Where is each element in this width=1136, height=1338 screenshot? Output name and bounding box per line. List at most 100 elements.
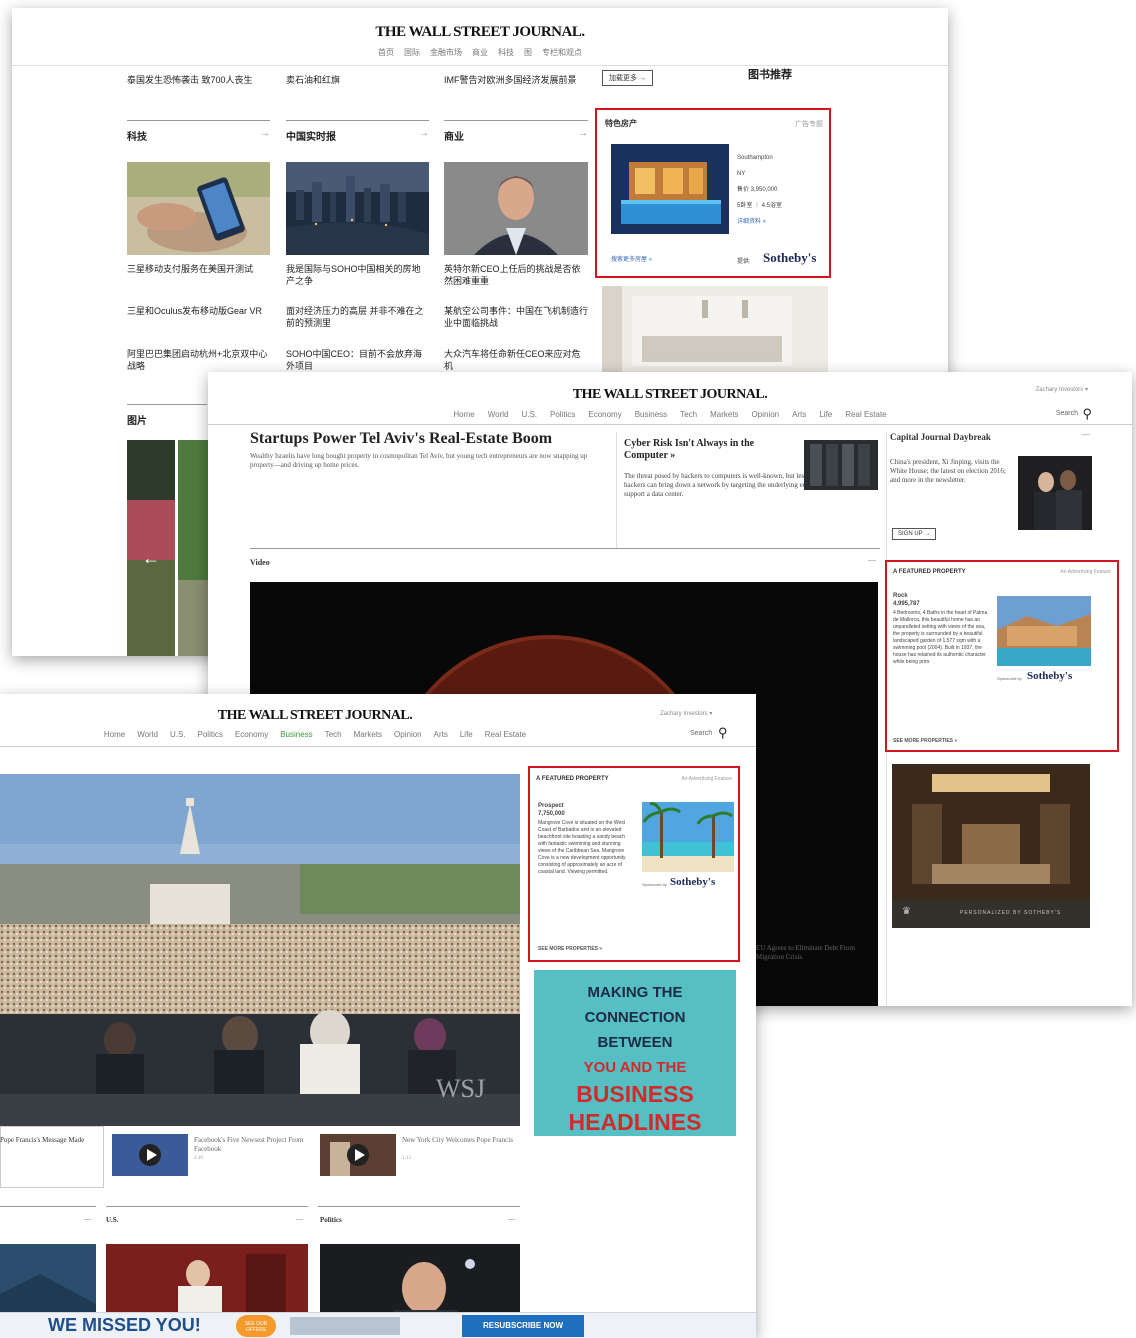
nav-item[interactable]: Real Estate [485,730,526,739]
nav-item[interactable]: Home [104,730,125,739]
article-link[interactable]: 阿里巴巴集团启动杭州+北京双中心战略 [127,348,270,372]
nav-item[interactable]: Home [453,410,474,419]
luxury-interior-ad[interactable] [892,764,1090,928]
nav-item-active[interactable]: Business [280,730,312,739]
section-head-politics[interactable]: Politics [320,1216,342,1224]
server-rack-photo[interactable] [804,440,878,490]
headline-snippet[interactable]: 泰国发生恐怖袭击 致700人丧生 [127,74,267,86]
nav-item[interactable]: World [137,730,158,739]
nav-item[interactable]: Tech [325,730,342,739]
article-link[interactable]: SOHO中国CEO：目前不会放弃海外项目 [286,348,429,372]
arrow-right-icon[interactable]: → [419,128,429,139]
nav-item[interactable]: Markets [710,410,738,419]
article-link[interactable]: 某航空公司事件：中国在飞机制造行业中面临挑战 [444,305,588,329]
article-link[interactable]: 大众汽车将任命新任CEO来应对危机 [444,348,588,372]
minus-icon[interactable]: — [508,1216,515,1223]
nav-item[interactable]: Arts [792,410,806,419]
arrow-right-icon[interactable]: → [578,128,588,139]
sothebys-logo[interactable]: Sotheby's [1027,670,1072,682]
resubscribe-button[interactable]: RESUBSCRIBE NOW [462,1315,584,1337]
nav-item[interactable]: 金融市场 [430,47,462,58]
video-section-label[interactable]: Video [250,558,270,567]
arrow-left-icon[interactable]: ← [142,548,160,569]
wsj-logo[interactable]: THE WALL STREET JOURNAL. [0,708,630,724]
nav-item[interactable]: Life [819,410,832,419]
search-icon[interactable]: ⚲ [718,725,728,741]
nav-item[interactable]: Politics [550,410,575,419]
section-head-tech[interactable]: 科技 [127,128,147,143]
headline-snippet[interactable]: 卖石油和红旗 [286,74,426,86]
city-skyline-photo[interactable] [286,162,429,255]
details-link[interactable]: 详细资料 » [737,218,766,226]
facebook-video-thumb[interactable] [112,1134,188,1176]
nav-item[interactable]: Arts [434,730,448,739]
arrow-right-icon[interactable]: → [260,128,270,139]
resort-pool-photo[interactable] [997,596,1091,666]
search-icon[interactable]: ⚲ [1082,406,1092,422]
side-headline[interactable]: Cyber Risk Isn't Always in the Computer … [624,438,794,462]
more-properties-link[interactable]: 搜索更多房屋 » [611,256,652,264]
nav-item[interactable]: Economy [235,730,268,739]
minus-icon[interactable]: — [296,1216,303,1223]
nav-item[interactable]: 科技 [498,47,514,58]
newsletter-head[interactable]: Capital Journal Daybreak [890,432,991,442]
nav-item[interactable]: 首页 [378,47,394,58]
lead-headline[interactable]: Startups Power Tel Aviv's Real-Estate Bo… [250,430,610,448]
search-label[interactable]: Search [1056,410,1078,417]
nav-item[interactable]: Opinion [752,410,780,419]
section-head-photos[interactable]: 图片 [127,412,147,427]
nav-item[interactable]: Opinion [394,730,422,739]
offers-badge[interactable]: SEE OUR OFFERS [236,1315,276,1337]
pope-video-thumb[interactable] [320,1134,396,1176]
nav-item[interactable]: 商业 [472,47,488,58]
sothebys-logo[interactable]: Sotheby's [763,250,816,266]
search-label[interactable]: Search [690,730,712,737]
white-house-photo[interactable] [1018,456,1092,530]
account-menu[interactable]: Zachary Investors ▾ [1036,386,1088,393]
nav-item[interactable]: 国际 [404,47,420,58]
nav-item[interactable]: 专栏和观点 [542,47,582,58]
account-menu[interactable]: Zachary Investors ▾ [660,710,712,717]
smartphone-photo[interactable] [127,162,270,255]
kitchen-ad-photo[interactable] [602,286,828,376]
minus-icon[interactable]: — [1082,430,1090,439]
article-link[interactable]: 面对经济压力的高层 并非不难在之前的预测里 [286,305,429,329]
headline-snippet[interactable]: IMF警告对欧洲多国经济发展前景 [444,74,592,86]
see-more-link[interactable]: SEE MORE PROPERTIES » [893,738,957,744]
section-head-us[interactable]: U.S. [106,1216,118,1224]
executive-portrait-photo[interactable] [444,162,588,255]
wsj-logo[interactable]: THE WALL STREET JOURNAL. [12,24,948,41]
nav-item[interactable]: U.S. [170,730,186,739]
nav-item[interactable]: Life [460,730,473,739]
nav-item[interactable]: Business [635,410,667,419]
nav-item[interactable]: World [488,410,509,419]
villa-pool-photo[interactable] [611,144,729,234]
nav-item[interactable]: Economy [588,410,621,419]
section-head-china-realtime[interactable]: 中国实时报 [286,128,336,143]
nav-item[interactable]: Politics [198,730,223,739]
see-more-link[interactable]: SEE MORE PROPERTIES » [538,946,602,952]
article-link[interactable]: 三星和Oculus发布移动版Gear VR [127,305,270,317]
wsj-logo[interactable]: THE WALL STREET JOURNAL. [208,387,1132,403]
business-headlines-ad[interactable]: MAKING THE CONNECTION BETWEEN YOU AND TH… [534,970,736,1136]
nav-item[interactable]: Real Estate [845,410,886,419]
load-more-button[interactable]: 加载更多 → [602,70,653,86]
article-link[interactable]: 我是国际与SOHO中国相关的房地产之争 [286,263,429,287]
newsletter-signup-button[interactable]: SIGN UP → [892,528,937,540]
minus-icon[interactable]: — [868,556,876,565]
thumb-title[interactable]: Facebook's Five Newsest Project From Fac… [194,1136,304,1154]
thumb-title[interactable]: New York City Welcomes Pope Francis [402,1136,518,1145]
nav-item[interactable]: Tech [680,410,697,419]
article-link[interactable]: 三星移动支付服务在美国开测试 [127,263,270,275]
thumb-title[interactable]: Pope Francis's Message Made [0,1136,96,1145]
section-head-business[interactable]: 商业 [444,128,464,143]
gallery-photo[interactable] [178,440,210,656]
article-link[interactable]: 英特尔新CEO上任后的挑战是否依然困难重重 [444,263,588,287]
nav-item[interactable]: 图 [524,47,532,58]
video-caption[interactable]: EU Agrees to Eliminate Debt From Migrati… [756,944,876,962]
nav-item[interactable]: Markets [354,730,382,739]
sothebys-logo[interactable]: Sotheby's [670,876,715,888]
beach-palm-photo[interactable] [642,802,734,872]
nav-item[interactable]: U.S. [521,410,537,419]
minus-icon[interactable]: — [84,1216,91,1223]
